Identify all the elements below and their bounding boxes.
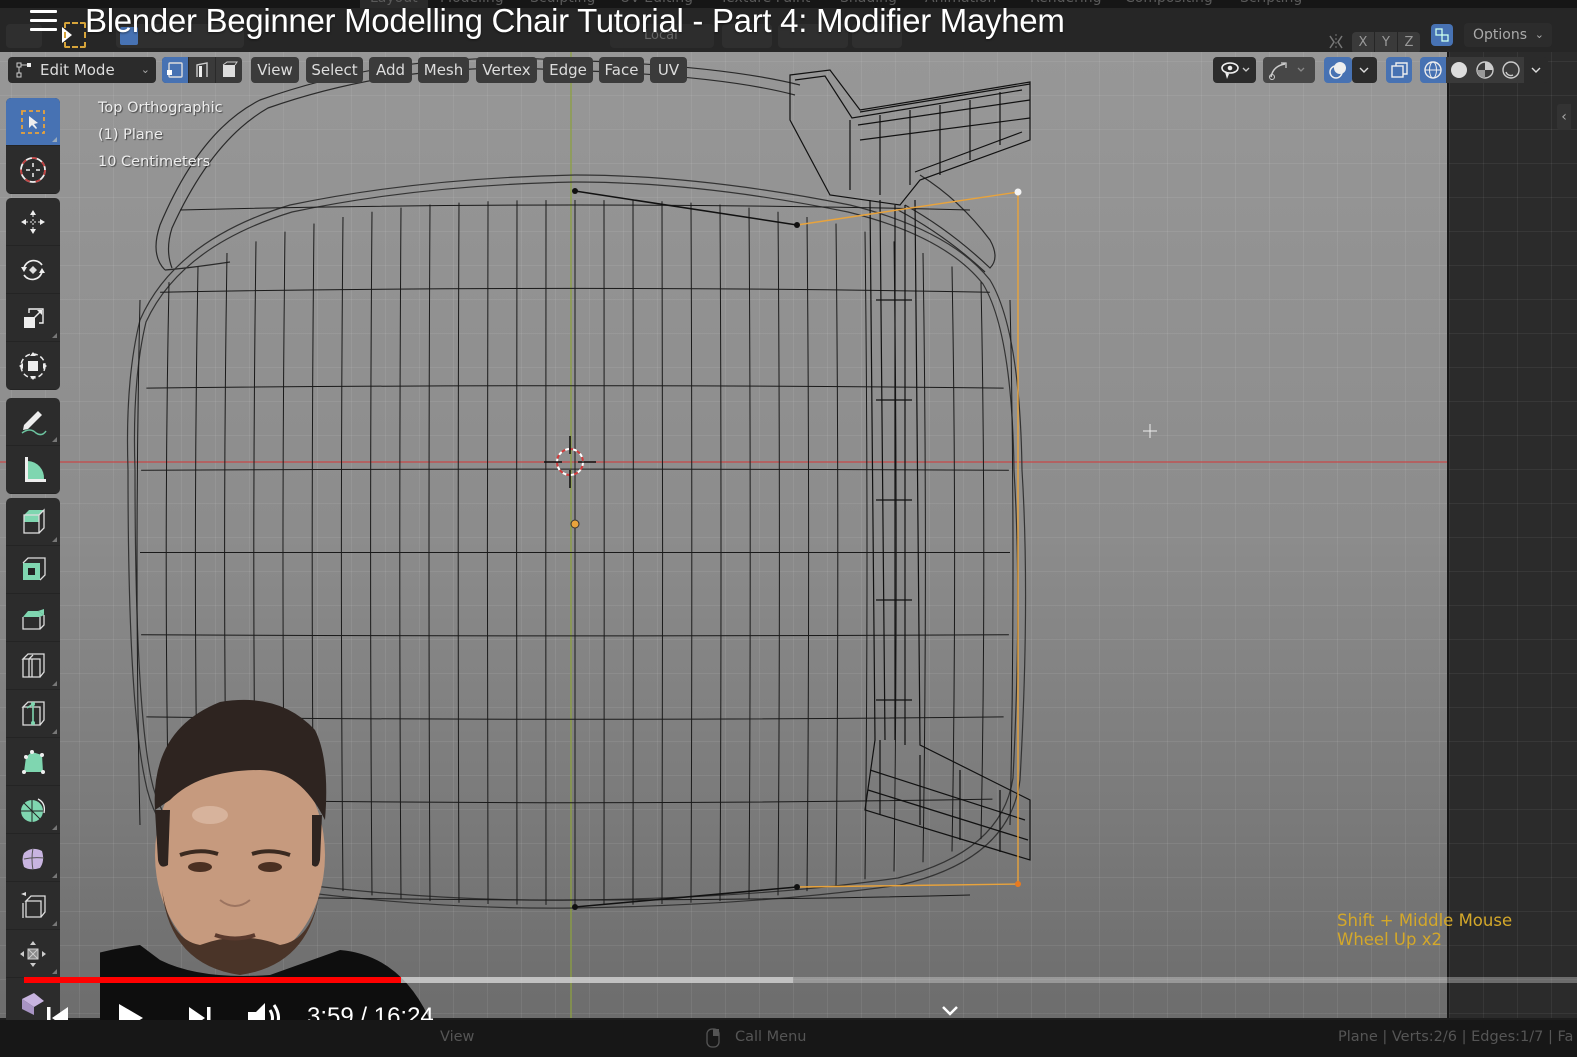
chevron-down-icon: ⌄ <box>1534 28 1544 41</box>
shading-material-button[interactable] <box>1472 57 1498 83</box>
measure-tool[interactable] <box>6 446 60 494</box>
mirror-x-button[interactable]: X <box>1352 32 1374 54</box>
active-object-label: (1) Plane <box>98 127 163 143</box>
spin-icon <box>21 797 46 822</box>
menu-select[interactable]: Select <box>306 57 363 83</box>
cursor-icon <box>20 156 46 183</box>
menu-face[interactable]: Face <box>599 57 644 83</box>
select-mode-group <box>162 57 242 83</box>
menu-vertex[interactable]: Vertex <box>476 57 537 83</box>
menu-icon[interactable] <box>30 10 57 32</box>
keystroke-overlay: Shift + Middle Mouse Wheel Up x2 <box>1337 911 1513 949</box>
chevron-down-icon[interactable] <box>940 1003 960 1019</box>
shrink-fatten-tool[interactable] <box>6 930 60 978</box>
overlays-dropdown[interactable] <box>1352 57 1377 83</box>
edge-slide-icon <box>21 891 46 918</box>
overlays-toggle[interactable] <box>1324 57 1352 83</box>
menu-add[interactable]: Add <box>369 57 412 83</box>
auto-merge-toggle[interactable] <box>1431 24 1453 46</box>
knife-icon <box>21 700 45 726</box>
scene-statistics: Plane | Verts:2/6 | Edges:1/7 | Fa <box>1338 1029 1574 1045</box>
grid-scale-label: 10 Centimeters <box>98 154 211 170</box>
tab-scripting[interactable]: Scripting <box>1230 0 1312 8</box>
bevel-icon <box>22 608 45 630</box>
video-title[interactable]: Blender Beginner Modelling Chair Tutoria… <box>85 2 1065 40</box>
toolbar-group-select <box>6 98 60 194</box>
poly-build-tool[interactable] <box>6 738 60 786</box>
transform-tool[interactable] <box>6 342 60 390</box>
spin-tool[interactable] <box>6 786 60 834</box>
smooth-icon <box>22 847 45 870</box>
inset-faces-tool[interactable] <box>6 546 60 594</box>
face-select-mode-button[interactable] <box>216 57 242 83</box>
rotate-icon <box>21 259 45 280</box>
mirror-z-button[interactable]: Z <box>1398 32 1420 54</box>
mirror-y-button[interactable]: Y <box>1375 32 1397 54</box>
vertex-select-mode-button[interactable] <box>162 57 189 83</box>
annotate-pencil-icon <box>21 410 47 435</box>
mouse-crosshair-icon <box>1143 424 1157 438</box>
scale-icon <box>24 307 44 328</box>
gizmo-dropdown[interactable] <box>1263 57 1315 83</box>
sidebar-toggle-chevron-left-icon[interactable]: ‹ <box>1557 104 1571 130</box>
scale-tool[interactable] <box>6 294 60 342</box>
shading-solid-button[interactable] <box>1446 57 1472 83</box>
smooth-tool[interactable] <box>6 834 60 882</box>
extrude-region-tool[interactable] <box>6 498 60 546</box>
status-bar: View Call Menu Plane | Verts:2/6 | Edges… <box>0 1020 1577 1057</box>
selected-vertex <box>1015 881 1021 887</box>
object-origin-icon <box>570 519 580 529</box>
tab-compositing[interactable]: Compositing <box>1115 0 1223 8</box>
armrest-mesh <box>789 69 1031 861</box>
extrude-icon <box>23 507 45 534</box>
menu-uv[interactable]: UV <box>650 57 687 83</box>
video-progress-played[interactable] <box>24 977 402 983</box>
options-dropdown[interactable]: Options ⌄ <box>1464 23 1552 47</box>
move-tool[interactable] <box>6 198 60 246</box>
edge-select-mode-button[interactable] <box>189 57 216 83</box>
selected-edges <box>796 191 1019 888</box>
mirror-icon[interactable] <box>1326 32 1346 52</box>
shading-dropdown[interactable] <box>1524 57 1548 83</box>
menu-edge[interactable]: Edge <box>543 57 593 83</box>
active-vertex <box>1014 188 1022 196</box>
shading-wireframe-button[interactable] <box>1420 57 1446 83</box>
view-name-label: Top Orthographic <box>98 100 223 116</box>
menu-mesh[interactable]: Mesh <box>418 57 469 83</box>
cursor-tool[interactable] <box>6 146 60 194</box>
xray-toggle[interactable] <box>1386 57 1412 83</box>
move-icon <box>21 209 45 234</box>
mode-dropdown[interactable]: Edit Mode ⌄ <box>8 57 156 83</box>
select-box-icon <box>21 109 45 134</box>
edge-slide-tool[interactable] <box>6 882 60 930</box>
shading-rendered-button[interactable] <box>1498 57 1524 83</box>
toolbar-group-mesh <box>6 498 60 1026</box>
menu-view[interactable]: View <box>251 57 299 83</box>
bevel-tool[interactable] <box>6 594 60 642</box>
rotate-tool[interactable] <box>6 246 60 294</box>
chevron-down-icon: ⌄ <box>140 63 150 76</box>
knife-tool[interactable] <box>6 690 60 738</box>
object-visibility-dropdown[interactable] <box>1213 57 1256 83</box>
measure-icon <box>25 456 46 482</box>
shrink-fatten-icon <box>20 940 46 967</box>
sidebar-region <box>1447 52 1577 1018</box>
loop-cut-icon <box>21 652 45 678</box>
inset-icon <box>22 556 46 580</box>
loop-cut-tool[interactable] <box>6 642 60 690</box>
transform-icon <box>19 351 47 380</box>
select-box-tool[interactable] <box>6 98 60 146</box>
toolbar-group-transform <box>6 198 60 390</box>
status-view-hint: View <box>440 1029 475 1045</box>
edit-mode-icon <box>16 62 31 78</box>
mouse-icon <box>706 1028 720 1052</box>
toolbar-group-annotate <box>6 398 60 494</box>
select-box-tool-icon <box>64 22 86 48</box>
annotate-tool[interactable] <box>6 398 60 446</box>
status-call-menu-hint: Call Menu <box>735 1029 807 1045</box>
poly-build-icon <box>22 749 45 774</box>
